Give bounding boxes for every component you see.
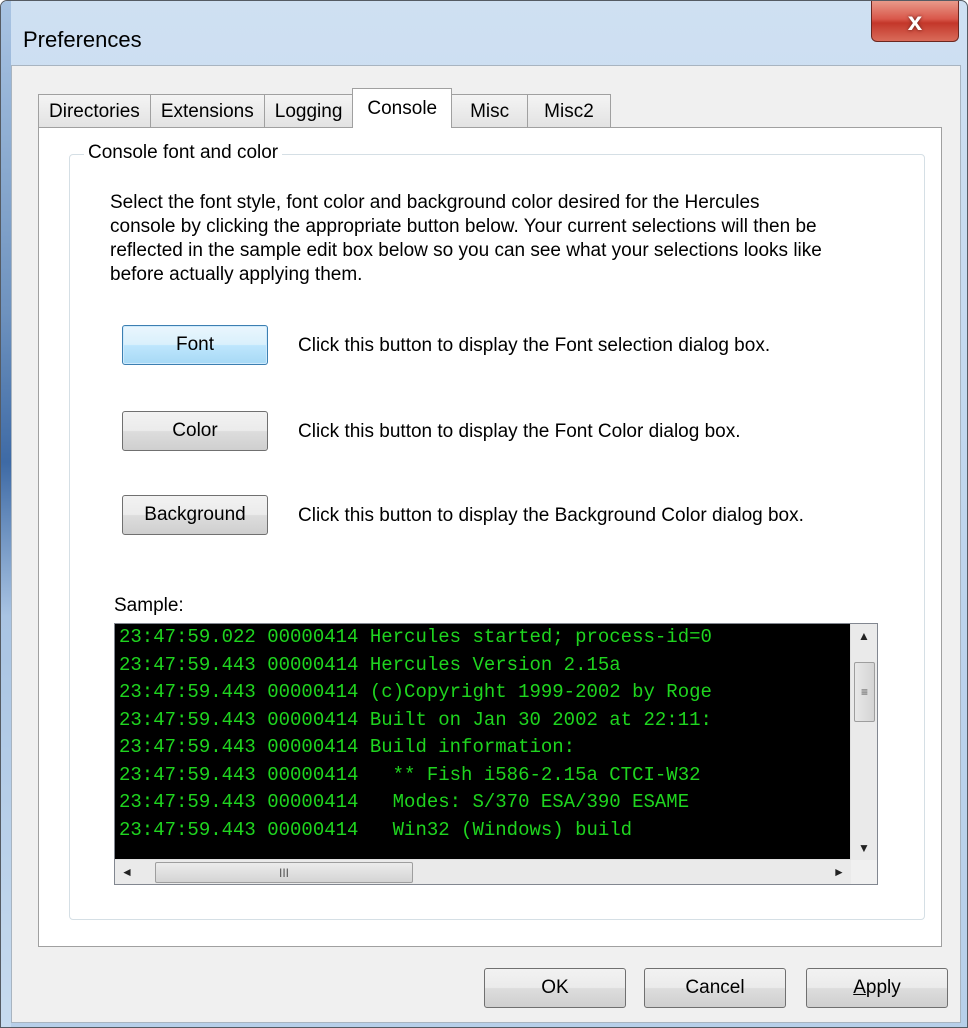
- close-icon: x: [907, 5, 923, 36]
- vertical-scrollbar[interactable]: ▲ ≡ ▼: [850, 624, 877, 860]
- tab-extensions[interactable]: Extensions: [149, 94, 265, 128]
- tab-strip: Directories Extensions Logging Console M…: [38, 88, 611, 128]
- close-button[interactable]: x: [871, 1, 959, 42]
- background-button[interactable]: Background: [122, 495, 268, 535]
- vertical-scroll-thumb[interactable]: ≡: [854, 662, 875, 722]
- grip-icon: ≡: [860, 685, 868, 699]
- console-tab-panel: Console font and color Select the font s…: [38, 127, 942, 947]
- window-frame-edge: [1, 1, 11, 1027]
- horizontal-scroll-thumb[interactable]: III: [155, 862, 413, 883]
- console-line: 23:47:59.443 00000414 Build information:: [119, 736, 576, 758]
- horizontal-scrollbar[interactable]: ◄ III ►: [115, 859, 851, 884]
- sample-label: Sample:: [114, 595, 184, 616]
- color-button[interactable]: Color: [122, 411, 268, 451]
- group-description: Select the font style, font color and ba…: [110, 192, 822, 285]
- console-line: 23:47:59.443 00000414 Built on Jan 30 20…: [119, 708, 712, 731]
- console-line: 23:47:59.443 00000414 Hercules Version 2…: [119, 653, 621, 676]
- group-label: Console font and color: [84, 142, 283, 164]
- apply-button[interactable]: Apply: [806, 968, 948, 1008]
- console-line: 23:47:59.443 00000414 Modes: S/370 ESA/3…: [119, 791, 690, 813]
- tab-logging[interactable]: Logging: [263, 94, 354, 128]
- console-line: 23:47:59.443 00000414 ** Fish i586-2.15a…: [119, 763, 701, 786]
- ok-button[interactable]: OK: [484, 968, 626, 1008]
- tab-misc2[interactable]: Misc2: [527, 94, 611, 128]
- scroll-left-icon[interactable]: ◄: [115, 860, 139, 884]
- console-line: 23:47:59.443 00000414 Win32 (Windows) bu…: [119, 818, 633, 841]
- cancel-button[interactable]: Cancel: [644, 968, 786, 1008]
- tab-console[interactable]: Console: [352, 88, 453, 128]
- console-font-color-group: Console font and color Select the font s…: [69, 142, 925, 920]
- preferences-window: Preferences x Directories Extensions Log…: [0, 0, 968, 1028]
- console-line: 23:47:59.443 00000414 (c)Copyright 1999-…: [119, 681, 712, 703]
- grip-icon: III: [278, 865, 289, 880]
- apply-button-label: Apply: [853, 977, 901, 998]
- console-line: 23:47:59.022 00000414 Hercules started; …: [119, 626, 712, 648]
- scroll-right-icon[interactable]: ►: [827, 860, 851, 884]
- tab-directories[interactable]: Directories: [38, 94, 151, 128]
- window-title: Preferences: [23, 27, 142, 52]
- scroll-down-icon[interactable]: ▼: [851, 836, 877, 860]
- font-button-hint: Click this button to display the Font se…: [298, 335, 771, 356]
- sample-edit-box[interactable]: 23:47:59.022 00000414 Hercules started; …: [114, 623, 878, 885]
- scroll-up-icon[interactable]: ▲: [851, 624, 877, 648]
- tab-misc[interactable]: Misc: [451, 94, 529, 128]
- color-button-hint: Click this button to display the Font Co…: [298, 421, 741, 442]
- dialog-client-area: Directories Extensions Logging Console M…: [11, 65, 961, 1023]
- background-button-hint: Click this button to display the Backgro…: [298, 505, 804, 526]
- font-button[interactable]: Font: [122, 325, 268, 365]
- scrollbar-corner: [851, 860, 877, 884]
- sample-text-area: 23:47:59.022 00000414 Hercules started; …: [115, 624, 851, 860]
